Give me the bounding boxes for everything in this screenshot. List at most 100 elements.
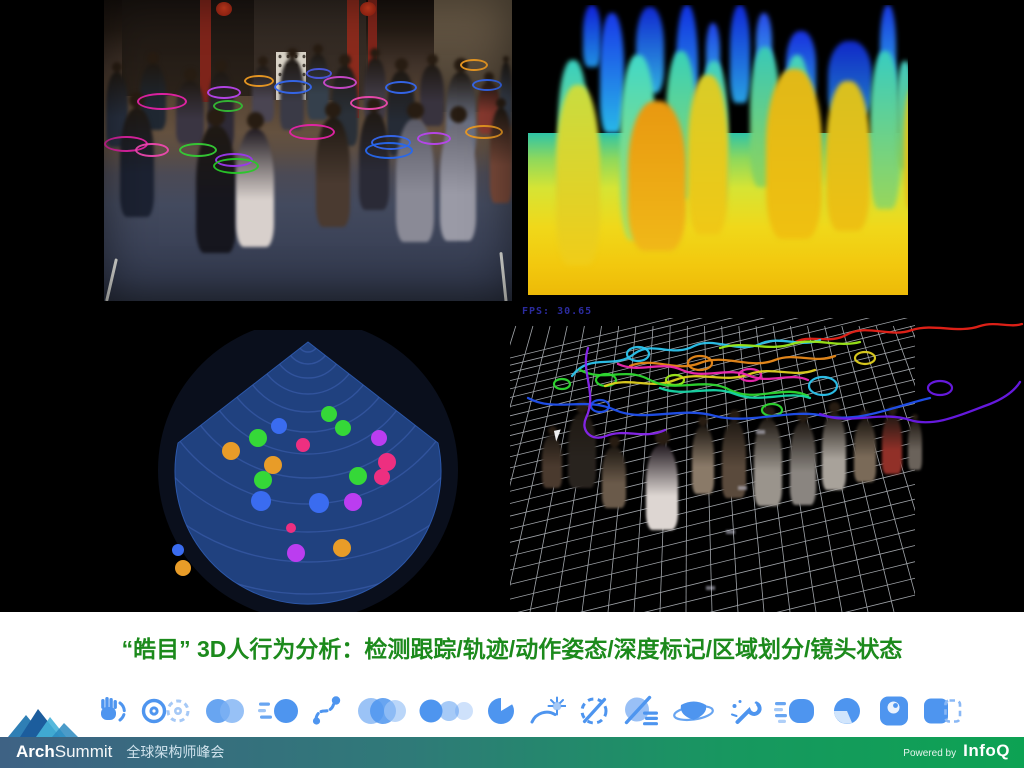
region-clone-icon (924, 698, 962, 724)
person-head (426, 54, 438, 65)
depth-silhouette (688, 75, 728, 235)
group-circles-icon (358, 698, 406, 724)
tracking-ellipse (465, 125, 503, 139)
person-torso (440, 123, 476, 241)
tracking-ellipse (460, 59, 488, 71)
tracking-ellipse (135, 143, 169, 157)
storefront-window (122, 0, 254, 96)
person-figure (490, 98, 512, 203)
tracking-ellipse (385, 80, 417, 94)
radar-dot (287, 544, 305, 562)
caption: “皓目” 3D人行为分析：检测跟踪/轨迹/动作姿态/深度标记/区域划分/镜头状态 (121, 636, 903, 662)
corner-mark (499, 251, 508, 301)
pie-timer-icon (834, 698, 860, 724)
distance-marker (738, 486, 747, 490)
calibration-poster (276, 52, 306, 100)
red-lantern (360, 2, 376, 16)
person-figure (106, 62, 128, 147)
person-head (394, 58, 408, 71)
person-head (339, 54, 351, 66)
person-figure (176, 68, 204, 144)
depth-silhouette (826, 81, 870, 231)
tracking-ellipse (306, 67, 332, 79)
person-torso (176, 81, 204, 144)
red-pillar (347, 0, 359, 118)
person-figure (387, 58, 415, 156)
person-head (325, 102, 341, 118)
person-figure (500, 56, 512, 128)
no-detection-icon (580, 697, 608, 725)
radar-dot (271, 418, 287, 434)
red-pillar (368, 0, 377, 118)
person-torso (387, 71, 415, 156)
radar-dot (251, 491, 271, 511)
radar-dot (349, 467, 367, 485)
person-torso (196, 126, 236, 253)
route-path-icon (312, 696, 341, 725)
tracked-people-layer (104, 0, 512, 301)
person-torso (364, 58, 386, 120)
person-figure (364, 48, 386, 120)
radar-dot (172, 544, 184, 556)
person-head (370, 48, 380, 58)
archsummit-mountain-logo-icon (8, 709, 78, 737)
tracking-ellipse (104, 136, 148, 152)
person-figure (420, 54, 444, 126)
pointcloud-3d-panel (510, 318, 1024, 612)
person-head (147, 52, 159, 64)
person-figure (120, 92, 154, 217)
tracking-ellipse (371, 134, 411, 150)
person-figure (396, 102, 434, 242)
person-figure (359, 98, 389, 210)
pie-chart-icon (488, 696, 514, 724)
tracking-ellipse (213, 158, 259, 174)
tracking-ellipse (137, 92, 187, 110)
person-torso (446, 72, 476, 156)
person-torso (252, 66, 274, 122)
depth-map-panel (512, 0, 1024, 321)
person-torso (359, 112, 389, 210)
right-window (434, 0, 512, 112)
radar-dot (321, 406, 337, 422)
person-head (503, 56, 509, 62)
distance-marker (756, 430, 765, 434)
person-torso (316, 118, 350, 227)
person-torso (478, 82, 500, 134)
person-figure (478, 72, 500, 134)
occlusion-layers-icon (624, 695, 658, 726)
tracking-ellipse (179, 143, 217, 157)
depth-view (528, 5, 908, 295)
person-head (286, 48, 298, 59)
person-head (129, 92, 145, 108)
person-figure (196, 108, 236, 253)
fps-readout: FPS: 30.65 (522, 306, 593, 317)
person-torso (332, 66, 358, 146)
tracking-ellipse (472, 79, 502, 91)
tracking-ellipse (215, 153, 253, 167)
radar-dot (309, 493, 329, 513)
tracking-ellipse (323, 75, 357, 89)
person-torso (208, 72, 234, 148)
person-torso (396, 119, 434, 242)
depth-silhouette (628, 101, 686, 251)
depth-silhouette (583, 5, 601, 67)
camera-tracking-panel (104, 0, 512, 301)
person-head (207, 108, 225, 126)
camera-card-icon (880, 696, 908, 726)
tracking-ellipse (417, 131, 451, 145)
radar-top-view-panel (158, 330, 458, 612)
distance-markers-layer (510, 318, 1024, 612)
person-figure (446, 58, 476, 156)
radar-dot (296, 438, 310, 452)
person-figure (140, 52, 166, 130)
tracking-ellipse (350, 96, 388, 110)
person-head (183, 68, 197, 81)
radar-dot (335, 420, 351, 436)
person-head (454, 58, 468, 72)
person-torso (490, 108, 512, 203)
motion-trail-icon (419, 699, 473, 723)
infoq-logo: InfoQ (963, 741, 1010, 760)
person-figure (316, 102, 350, 227)
radar-dot (344, 493, 362, 511)
overlap-circles-icon (206, 699, 244, 723)
